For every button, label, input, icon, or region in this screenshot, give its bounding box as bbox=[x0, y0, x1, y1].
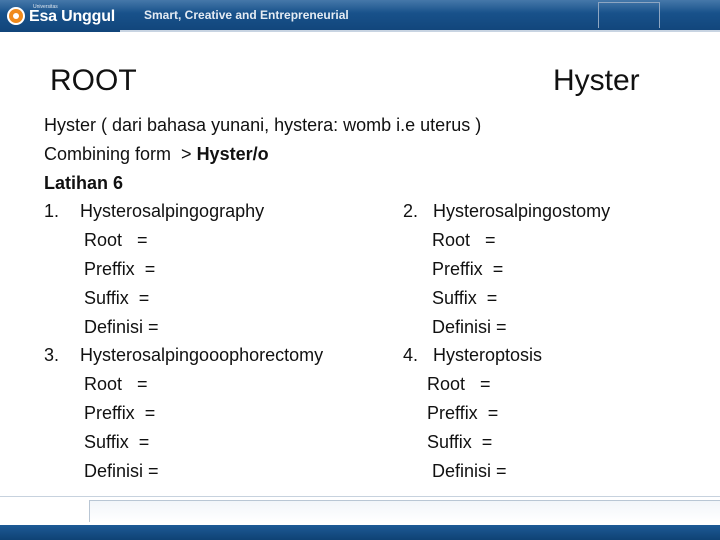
item-2-definition: Definisi = bbox=[432, 317, 507, 337]
combining-form: Combining form > Hyster/o bbox=[44, 143, 269, 165]
item-3-definition: Definisi = bbox=[84, 461, 159, 481]
item-3-prefix: Preffix = bbox=[84, 403, 156, 423]
footer-band bbox=[0, 525, 720, 540]
logo: Universitas Esa Unggul bbox=[7, 4, 116, 27]
item-4-term: 4. Hysteroptosis bbox=[403, 344, 542, 366]
combining-form-label: Combining form > bbox=[44, 144, 197, 164]
tagline: Smart, Creative and Entrepreneurial bbox=[144, 8, 349, 22]
header-decor-box bbox=[598, 2, 660, 28]
item-4-suffix: Suffix = bbox=[427, 432, 493, 452]
exercise-heading: Latihan 6 bbox=[44, 173, 124, 193]
slide-title-right: Hyster bbox=[553, 64, 640, 97]
item-2-prefix: Preffix = bbox=[432, 259, 504, 279]
item-1-number: 1. bbox=[44, 201, 60, 221]
item-4-root: Root = bbox=[427, 374, 491, 394]
item-1-root: Root = bbox=[84, 230, 148, 250]
intro-text: Hyster ( dari bahasa yunani, hystera: wo… bbox=[44, 115, 482, 135]
item-3-term: 3. Hysterosalpingooophorectomy bbox=[44, 344, 323, 366]
item-2-root: Root = bbox=[432, 230, 496, 250]
footer-decor-box bbox=[89, 500, 720, 522]
item-2-term-text: Hysterosalpingostomy bbox=[433, 201, 611, 221]
item-2-number: 2. bbox=[403, 201, 419, 221]
logo-text: Esa Unggul bbox=[29, 8, 116, 25]
item-1-term: 1. Hysterosalpingography bbox=[44, 200, 264, 222]
logo-icon bbox=[7, 7, 25, 25]
footer-divider bbox=[0, 496, 720, 497]
item-2-suffix: Suffix = bbox=[432, 288, 498, 308]
item-2-term: 2. Hysterosalpingostomy bbox=[403, 200, 610, 222]
item-3-suffix: Suffix = bbox=[84, 432, 150, 452]
item-1-suffix: Suffix = bbox=[84, 288, 150, 308]
item-3-term-text: Hysterosalpingooophorectomy bbox=[80, 345, 324, 365]
header-divider bbox=[120, 30, 720, 32]
item-1-prefix: Preffix = bbox=[84, 259, 156, 279]
item-4-number: 4. bbox=[403, 345, 419, 365]
item-4-prefix: Preffix = bbox=[427, 403, 499, 423]
item-3-root: Root = bbox=[84, 374, 148, 394]
item-1-definition: Definisi = bbox=[84, 317, 159, 337]
item-1-term-text: Hysterosalpingography bbox=[80, 201, 265, 221]
item-4-definition: Definisi = bbox=[432, 461, 507, 481]
item-3-number: 3. bbox=[44, 345, 60, 365]
combining-form-value: Hyster/o bbox=[196, 144, 269, 164]
header-band: Universitas Esa Unggul Smart, Creative a… bbox=[0, 0, 720, 32]
slide-title-left: ROOT bbox=[50, 64, 137, 97]
item-4-term-text: Hysteroptosis bbox=[433, 345, 543, 365]
